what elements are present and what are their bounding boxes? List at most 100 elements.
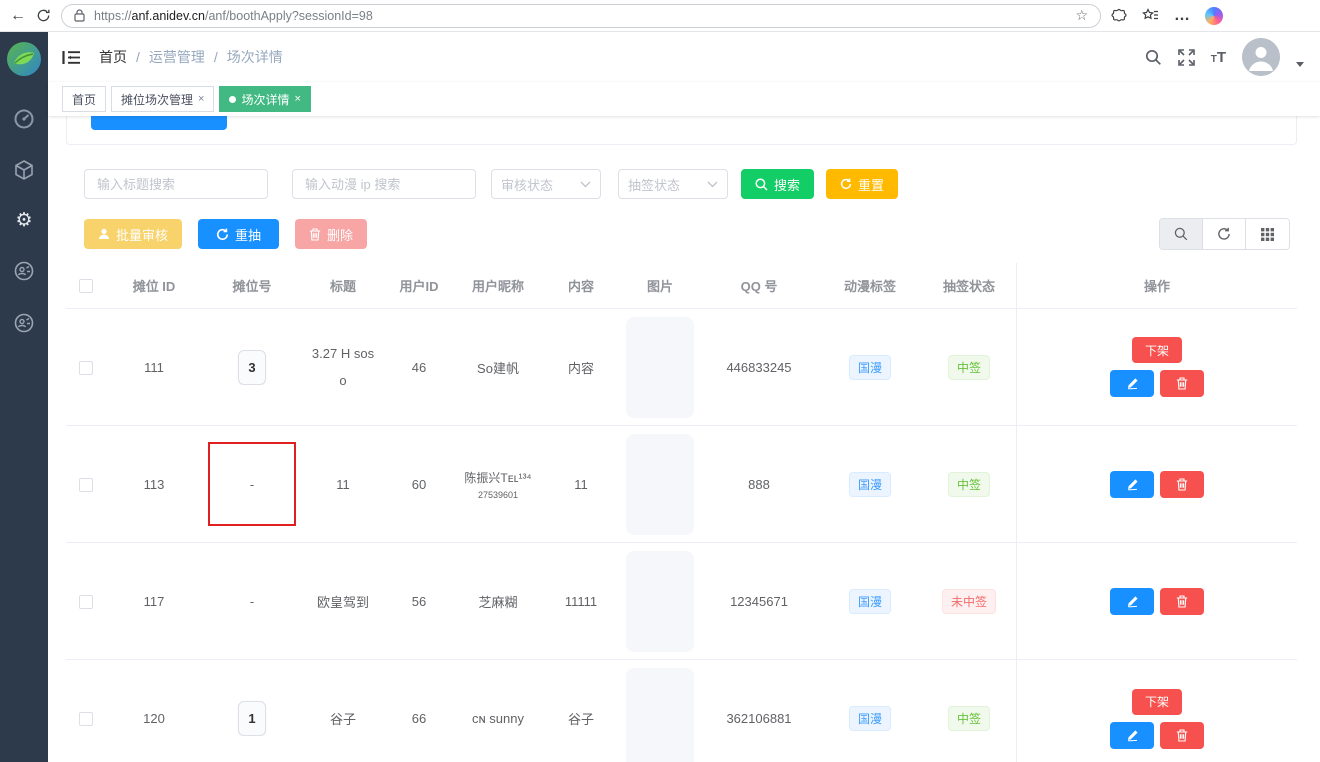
qq-number: 888: [700, 477, 818, 492]
trash-icon: [1176, 377, 1188, 390]
lottery-status-select[interactable]: 抽签状态: [618, 169, 728, 199]
col-ops: 操作: [1016, 263, 1297, 308]
delete-button[interactable]: [1160, 370, 1204, 397]
table-header: 摊位 ID 摊位号 标题 用户ID 用户昵称 内容 图片 QQ 号 动漫标签 抽…: [66, 263, 1297, 309]
row-checkbox[interactable]: [79, 478, 93, 492]
title-search-input[interactable]: [84, 169, 268, 199]
favorites-list-icon[interactable]: [1142, 8, 1159, 23]
search-icon: [755, 178, 768, 191]
search-icon[interactable]: [1145, 49, 1162, 66]
fullscreen-icon[interactable]: [1178, 49, 1195, 66]
user-id: 60: [384, 477, 454, 492]
booth-image[interactable]: [626, 668, 694, 762]
redraw-button[interactable]: 重抽: [198, 219, 279, 249]
ops-cell: [1016, 543, 1297, 659]
tab-session-detail[interactable]: 场次详情 ×: [219, 86, 310, 112]
copilot-icon[interactable]: [1205, 7, 1223, 25]
ops-cell: 下架: [1016, 309, 1297, 425]
sidebar-item-operation-2[interactable]: [13, 312, 35, 334]
anime-ip-search-input[interactable]: [292, 169, 476, 199]
row-checkbox[interactable]: [79, 361, 93, 375]
close-icon[interactable]: ×: [294, 93, 300, 105]
booth-id: 120: [106, 711, 202, 726]
take-down-button[interactable]: 下架: [1132, 689, 1182, 715]
col-booth-no: 摊位号: [202, 276, 302, 295]
clipped-blue-button[interactable]: [91, 116, 227, 130]
col-lottery: 抽签状态: [922, 276, 1016, 295]
avatar[interactable]: [1242, 38, 1280, 76]
browser-back-icon[interactable]: ←: [10, 8, 26, 24]
trash-icon: [309, 228, 321, 241]
address-bar[interactable]: https://anf.anidev.cn/anf/boothApply?ses…: [61, 4, 1101, 28]
delete-button[interactable]: [1160, 471, 1204, 498]
breadcrumb-home[interactable]: 首页: [99, 47, 127, 67]
user-id: 46: [384, 360, 454, 375]
table-refresh-button[interactable]: [1203, 219, 1246, 249]
font-size-icon[interactable]: TT: [1211, 49, 1226, 66]
lottery-status-badge: 中签: [948, 355, 990, 380]
close-icon[interactable]: ×: [198, 93, 204, 105]
collapse-menu-icon[interactable]: [62, 50, 81, 65]
content: 谷子: [542, 709, 620, 728]
lottery-status-badge: 未中签: [942, 589, 996, 614]
select-all-checkbox[interactable]: [79, 279, 93, 293]
content: 内容: [542, 358, 620, 377]
browser-essentials-icon[interactable]: [1111, 8, 1127, 24]
lottery-status-badge: 中签: [948, 472, 990, 497]
sidebar-item-operation-1[interactable]: [13, 260, 35, 282]
table-search-toggle-button[interactable]: [1160, 219, 1203, 249]
highlighted-booth-no-cell[interactable]: -: [208, 442, 296, 526]
user-id: 56: [384, 594, 454, 609]
table-row: 117 - 欧皇驾到 56 芝麻糊 11111 12345671 国漫 未中签: [66, 543, 1297, 660]
edit-button[interactable]: [1110, 471, 1154, 498]
lottery-status-badge: 中签: [948, 706, 990, 731]
ops-cell: 下架: [1016, 660, 1297, 762]
browser-refresh-icon[interactable]: [36, 8, 51, 23]
batch-audit-button[interactable]: 批量审核: [84, 219, 182, 249]
table-columns-button[interactable]: [1246, 219, 1289, 249]
booth-image[interactable]: [626, 317, 694, 418]
delete-button[interactable]: [1160, 588, 1204, 615]
ops-cell: [1016, 426, 1297, 542]
take-down-button[interactable]: 下架: [1132, 337, 1182, 363]
chevron-down-icon: [707, 181, 718, 188]
booth-image[interactable]: [626, 434, 694, 535]
anime-tag: 国漫: [849, 472, 891, 497]
delete-button[interactable]: [1160, 722, 1204, 749]
grid-icon: [1261, 228, 1274, 241]
browser-menu-icon[interactable]: …: [1174, 8, 1190, 24]
sidebar-item-products[interactable]: [13, 159, 35, 181]
pencil-icon: [1126, 478, 1139, 491]
booth-image[interactable]: [626, 551, 694, 652]
sidebar-item-settings[interactable]: ⚙: [15, 211, 32, 230]
anime-tag: 国漫: [849, 355, 891, 380]
reset-button[interactable]: 重置: [826, 169, 898, 199]
favorite-star-icon[interactable]: ☆: [1075, 7, 1088, 24]
trash-icon: [1176, 595, 1188, 608]
row-checkbox[interactable]: [79, 595, 93, 609]
browser-toolbar: ← https://anf.anidev.cn/anf/boothApply?s…: [0, 0, 1320, 32]
sidebar-item-dashboard[interactable]: [13, 107, 35, 129]
nickname: 陈振兴Tᴇʟ¹³⁴ 27539601: [454, 469, 542, 500]
refresh-icon: [1217, 227, 1231, 241]
audit-status-select[interactable]: 审核状态: [491, 169, 601, 199]
search-button[interactable]: 搜索: [741, 169, 814, 199]
col-image: 图片: [620, 276, 700, 295]
breadcrumb-section[interactable]: 运营管理: [149, 47, 205, 67]
edit-button[interactable]: [1110, 588, 1154, 615]
tab-booth-manage[interactable]: 摊位场次管理 ×: [111, 86, 214, 112]
table-row: 120 1 谷子 66 ᴄɴ sunny 谷子 362106881 国漫 中签 …: [66, 660, 1297, 762]
refresh-icon: [840, 178, 852, 190]
row-checkbox[interactable]: [79, 712, 93, 726]
col-booth-id: 摊位 ID: [106, 276, 202, 295]
edit-button[interactable]: [1110, 370, 1154, 397]
chevron-down-icon[interactable]: [1296, 62, 1304, 67]
booth-no-badge: 3: [238, 350, 265, 385]
bulk-delete-button[interactable]: 删除: [295, 219, 367, 249]
tab-home[interactable]: 首页: [62, 86, 106, 112]
qq-number: 362106881: [700, 711, 818, 726]
chevron-down-icon: [580, 181, 591, 188]
edit-button[interactable]: [1110, 722, 1154, 749]
user-id: 66: [384, 711, 454, 726]
qq-number: 446833245: [700, 360, 818, 375]
